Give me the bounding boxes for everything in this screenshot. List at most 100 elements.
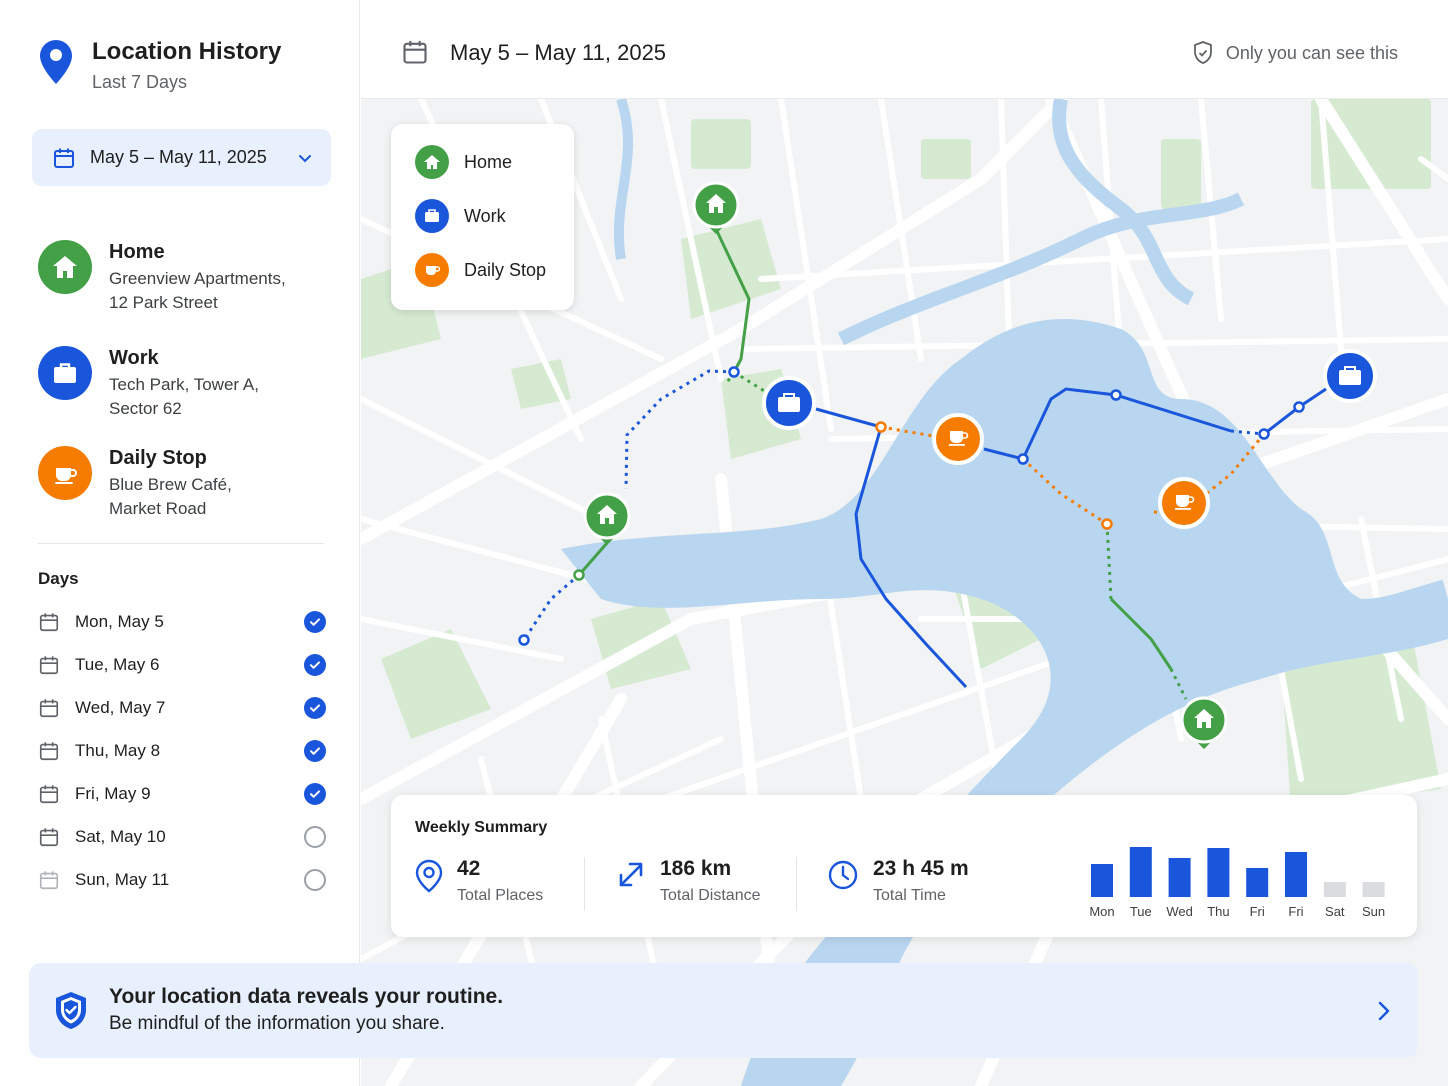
top-bar: May 5 – May 11, 2025 Only you can see th… <box>361 0 1448 99</box>
banner-title: Your location data reveals your routine. <box>109 985 504 1008</box>
chart-tick-label: Fri <box>1288 904 1303 919</box>
checkbox-checked-icon[interactable] <box>304 783 326 805</box>
header-date-range: May 5 – May 11, 2025 <box>450 40 667 65</box>
calendar-icon <box>39 742 59 761</box>
home-icon <box>38 240 92 294</box>
chart-bar <box>1091 864 1113 897</box>
divider <box>584 857 585 911</box>
app-header: Location History Last 7 Days <box>38 38 281 93</box>
place-home[interactable]: Home Greenview Apartments, 12 Park Stree… <box>38 240 286 315</box>
weekly-bar-chart: Mon Tue Wed Thu Fri Fri Sat Sun <box>1089 847 1385 919</box>
legend-item-home: Home <box>415 145 512 179</box>
calendar-icon <box>54 148 74 168</box>
day-label: Fri, May 9 <box>75 784 151 803</box>
day-row[interactable]: Sun, May 11 <box>38 865 326 895</box>
chart-bar <box>1285 852 1307 897</box>
day-row[interactable]: Thu, May 8 <box>38 736 326 766</box>
weekly-summary-card: Weekly Summary 42 Total Places 186 km To… <box>391 795 1417 937</box>
app-title: Location History <box>92 38 282 65</box>
place-address-line2: Sector 62 <box>109 399 182 418</box>
banner-text: Be mindful of the information you share. <box>109 1013 445 1034</box>
stat-total-places: 42 Total Places <box>415 857 543 905</box>
chart-bar <box>1362 882 1385 897</box>
chart-tick-label: Tue <box>1130 904 1152 919</box>
days-heading: Days <box>38 569 79 588</box>
summary-title: Weekly Summary <box>415 819 548 836</box>
chart-bar <box>1323 882 1346 897</box>
clock-icon <box>828 860 858 890</box>
day-row[interactable]: Fri, May 9 <box>38 779 326 809</box>
stat-label: Total Distance <box>660 887 761 904</box>
shield-icon <box>1194 41 1212 64</box>
checkbox-checked-icon[interactable] <box>304 654 326 676</box>
stat-label: Total Places <box>457 887 544 904</box>
chart-tick-label: Thu <box>1207 904 1229 919</box>
chart-bar <box>1207 848 1230 897</box>
briefcase-icon <box>38 346 92 400</box>
place-address-line1: Blue Brew Café, <box>109 475 232 494</box>
calendar-icon <box>39 785 59 804</box>
stat-value: 42 <box>457 857 481 880</box>
home-map-pin[interactable] <box>583 492 631 545</box>
chart-tick-label: Fri <box>1250 904 1265 919</box>
privacy-banner[interactable]: Your location data reveals your routine.… <box>29 963 1418 1058</box>
coffee-map-pin[interactable] <box>932 413 984 465</box>
calendar-icon[interactable] <box>401 38 429 66</box>
privacy-note: Only you can see this <box>1192 40 1398 66</box>
place-address-line1: Tech Park, Tower A, <box>109 375 259 394</box>
day-row[interactable]: Mon, May 5 <box>38 607 326 637</box>
chevron-down-icon <box>299 154 311 162</box>
stat-value: 186 km <box>660 857 732 880</box>
day-label: Sun, May 11 <box>75 870 170 889</box>
coffee-map-pin[interactable] <box>1158 477 1210 529</box>
day-row[interactable]: Wed, May 7 <box>38 693 326 723</box>
briefcase-map-pin[interactable] <box>762 376 816 430</box>
shield-check-icon <box>56 992 86 1029</box>
stat-label: Total Time <box>873 887 946 904</box>
map-legend: Home Work Daily Stop <box>391 124 574 310</box>
place-address-line2: 12 Park Street <box>109 293 218 312</box>
checkbox-unchecked-icon[interactable] <box>304 869 326 891</box>
divider <box>796 857 797 911</box>
day-row[interactable]: Sat, May 10 <box>38 822 326 852</box>
privacy-text: Only you can see this <box>1225 42 1398 63</box>
coffee-cup-icon <box>38 446 92 500</box>
checkbox-checked-icon[interactable] <box>304 611 326 633</box>
checkbox-checked-icon[interactable] <box>304 740 326 762</box>
day-label: Wed, May 7 <box>75 698 166 717</box>
legend-item-work: Work <box>415 199 506 233</box>
divider <box>38 543 324 544</box>
place-daily-stop[interactable]: Daily Stop Blue Brew Café, Market Road <box>38 446 232 521</box>
chart-bar <box>1129 847 1152 897</box>
home-map-pin[interactable] <box>692 181 740 234</box>
calendar-icon <box>39 871 59 890</box>
location-pin-icon <box>40 40 72 84</box>
sidebar: Location History Last 7 Days May 5 – May… <box>0 0 360 1086</box>
home-icon <box>415 145 449 179</box>
place-address-line2: Market Road <box>109 499 207 518</box>
chart-tick-label: Mon <box>1089 904 1114 919</box>
day-label: Sat, May 10 <box>75 827 166 846</box>
chevron-right-icon[interactable] <box>1372 999 1396 1023</box>
checkbox-checked-icon[interactable] <box>304 697 326 719</box>
legend-label: Home <box>464 151 513 172</box>
legend-label: Work <box>464 205 506 226</box>
day-label: Thu, May 8 <box>75 741 161 760</box>
place-work[interactable]: Work Tech Park, Tower A, Sector 62 <box>38 346 259 421</box>
stat-value: 23 h 45 m <box>873 857 969 880</box>
day-row[interactable]: Tue, May 6 <box>38 650 326 680</box>
app-subtitle: Last 7 Days <box>92 72 188 92</box>
place-name: Home <box>109 241 165 263</box>
home-map-pin[interactable] <box>1180 696 1228 749</box>
legend-label: Daily Stop <box>464 259 547 280</box>
chart-bar <box>1246 868 1269 897</box>
briefcase-map-pin[interactable] <box>1323 349 1377 403</box>
day-label: Mon, May 5 <box>75 612 164 631</box>
date-range-dropdown[interactable]: May 5 – May 11, 2025 <box>32 129 331 186</box>
chart-bar <box>1168 858 1191 897</box>
chart-tick-label: Sun <box>1362 904 1385 919</box>
chart-tick-label: Wed <box>1166 904 1193 919</box>
coffee-cup-icon <box>415 253 449 287</box>
calendar-icon <box>39 699 59 718</box>
checkbox-unchecked-icon[interactable] <box>304 826 326 848</box>
